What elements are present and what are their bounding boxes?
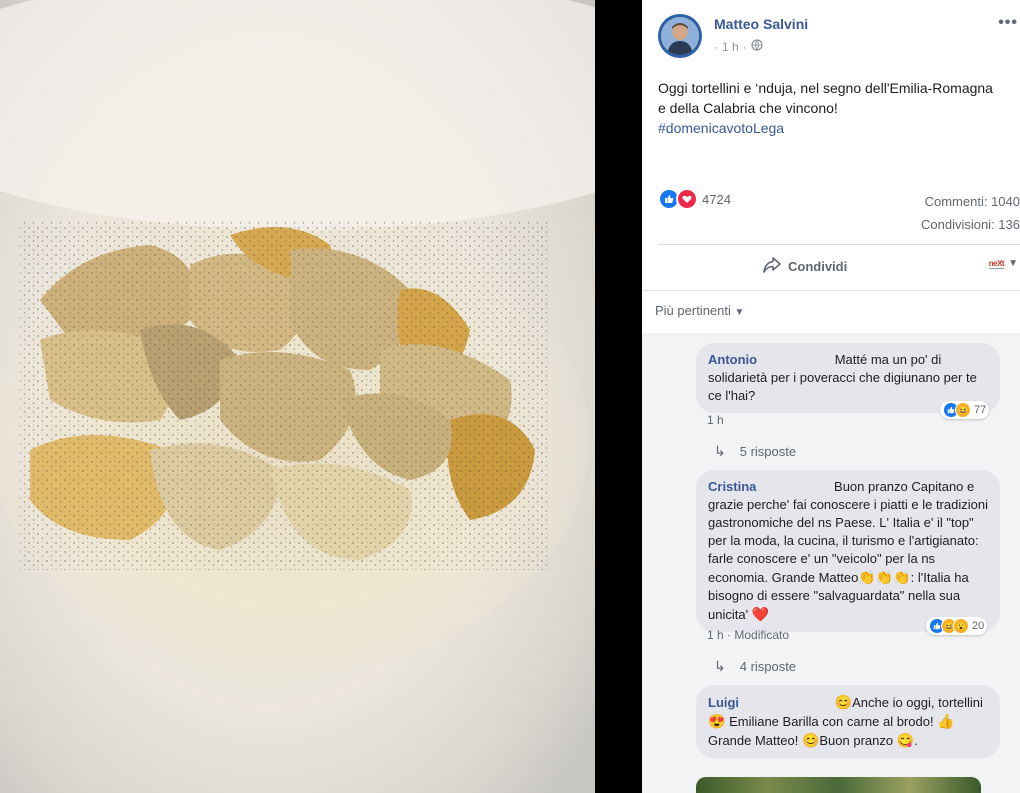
post-stats: Commenti: 1040 Condivisioni: 136: [921, 190, 1020, 236]
reply-arrow-icon: ↳: [714, 658, 726, 674]
share-icon: [762, 256, 782, 277]
post-header: Matteo Salvini · 1 h · •••: [658, 14, 1020, 62]
comment-text: Anche io oggi, tortellini: [852, 695, 983, 710]
tortellini-photo: [0, 0, 595, 793]
wow-reaction-icon: 😮: [953, 618, 969, 634]
comment-reactions[interactable]: 😆 😮 20: [926, 617, 988, 635]
post-panel: Matteo Salvini · 1 h · ••• Oggi tortelli…: [642, 0, 1020, 793]
comment-time[interactable]: 1 h: [707, 628, 724, 642]
thumbs-up-emoji-icon: 👍: [937, 713, 955, 729]
post-meta: · 1 h ·: [714, 39, 763, 54]
love-reaction-icon: [676, 188, 698, 210]
clap-emoji-icon: 👏👏👏: [858, 569, 911, 585]
comment-reaction-count: 77: [974, 404, 987, 416]
post-body: Oggi tortellini e ‘nduja, nel segno dell…: [658, 80, 993, 116]
action-bar: Condividi neXt ▼: [658, 248, 1020, 286]
edited-label[interactable]: Modificato: [734, 628, 789, 642]
replies-count: 4 risposte: [739, 659, 797, 674]
comment-reaction-count: 20: [972, 620, 985, 632]
author-name[interactable]: Matteo Salvini: [714, 16, 808, 32]
chevron-down-icon: ▼: [1008, 258, 1018, 269]
share-label: Condividi: [788, 259, 848, 274]
comment-author[interactable]: Antonio: [708, 352, 757, 367]
heart-emoji-icon: ❤️: [751, 606, 770, 622]
view-replies-link[interactable]: ↳ 4 risposte: [714, 658, 796, 675]
filter-label: Più pertinenti: [655, 303, 731, 318]
comment-image-preview[interactable]: [696, 777, 981, 793]
haha-reaction-icon: 😆: [955, 402, 971, 418]
comment-author[interactable]: Cristina: [708, 479, 756, 494]
comment-author[interactable]: Luigi: [708, 695, 739, 710]
dot-separator: ·: [714, 39, 718, 54]
comment-filter-bar: Più pertinenti ▼: [642, 290, 1020, 334]
shares-count[interactable]: Condivisioni: 136: [921, 213, 1020, 236]
smile-emoji-icon: 😊: [801, 732, 820, 748]
reaction-summary[interactable]: 4724: [658, 188, 731, 210]
comments-count[interactable]: Commenti: 1040: [921, 190, 1020, 213]
author-avatar[interactable]: [658, 14, 702, 58]
globe-icon: [751, 39, 763, 54]
page-switcher[interactable]: neXt ▼: [988, 258, 1018, 269]
hashtag-link[interactable]: #domenicavotoLega: [658, 120, 784, 136]
comments-list: Antonio Matté ma un po' di solidarietà p…: [642, 333, 1020, 793]
reply-arrow-icon: ↳: [714, 443, 726, 459]
comment-meta: 1 h · Modificato: [707, 628, 789, 642]
replies-count: 5 risposte: [739, 444, 797, 459]
heart-eyes-emoji-icon: 😍: [708, 713, 726, 729]
view-replies-link[interactable]: ↳ 5 risposte: [714, 443, 796, 460]
post-photo[interactable]: [0, 0, 595, 793]
comment-text-cont: Grande Matteo!: [708, 733, 799, 748]
comment-time[interactable]: 1 h: [707, 413, 724, 427]
comment-bubble: Cristina Buon pranzo Capitano e grazie p…: [696, 470, 1000, 632]
divider: [658, 244, 1020, 245]
more-options-icon[interactable]: •••: [998, 14, 1018, 32]
post-text: Oggi tortellini e ‘nduja, nel segno dell…: [658, 78, 1003, 138]
chevron-down-icon: ▼: [734, 307, 745, 318]
comment-text-cont: Buon pranzo: [819, 733, 894, 748]
comment-filter-dropdown[interactable]: Più pertinenti ▼: [655, 303, 744, 318]
smile-emoji-icon: 😊: [834, 694, 853, 710]
page-badge: neXt: [988, 258, 1005, 269]
dot-separator: ·: [742, 39, 747, 54]
tongue-emoji-icon: 😋: [896, 732, 915, 748]
comment-bubble: Luigi 😊Anche io oggi, tortellini 😍 Emili…: [696, 685, 1000, 758]
comment-text-end: .: [914, 733, 918, 748]
comment-reactions[interactable]: 😆 77: [940, 401, 990, 419]
reaction-count: 4724: [702, 191, 731, 207]
viewer-gap: [595, 0, 642, 793]
share-button[interactable]: Condividi: [762, 256, 847, 277]
post-time[interactable]: 1 h: [722, 40, 739, 54]
comment-text-cont: Emiliane Barilla con carne al brodo!: [729, 714, 934, 729]
